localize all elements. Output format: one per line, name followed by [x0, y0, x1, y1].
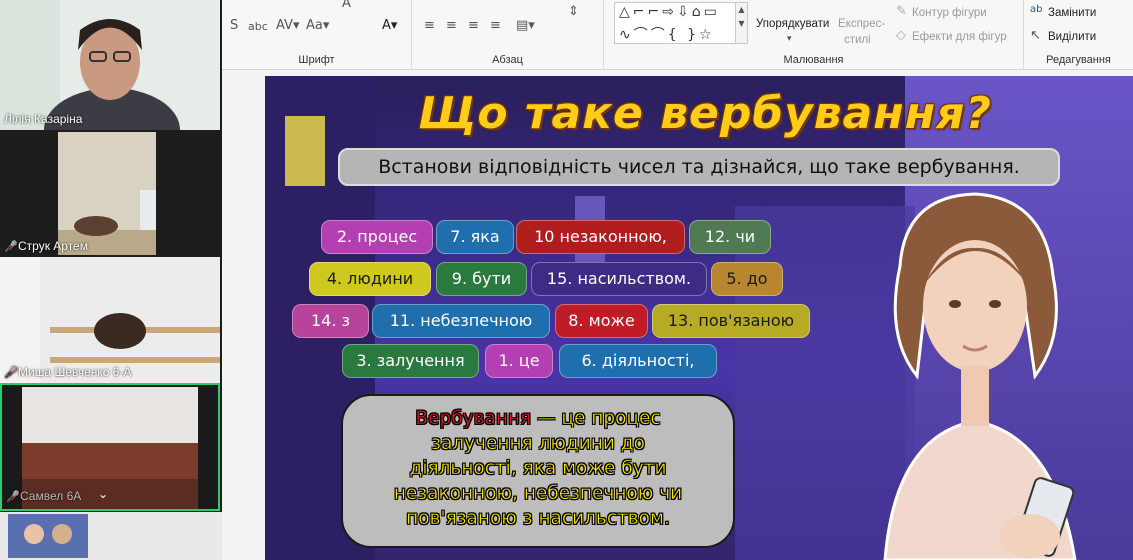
clear-format-icon[interactable]: A	[342, 0, 351, 11]
pen-icon: ✎	[896, 4, 907, 19]
change-case-icon[interactable]: Aa▾	[306, 18, 329, 33]
video-panel: Лілія Казаріна 🎤̸Струк Артем 🎤̸Миша Шевч…	[0, 0, 222, 512]
word-chip[interactable]: 3. залучення	[342, 344, 479, 378]
mic-muted-icon: 🎤̸	[6, 490, 20, 503]
participant-name: Лілія Казаріна	[4, 112, 83, 126]
mic-muted-icon: 🎤̸	[4, 366, 18, 379]
editing-group: ab Замінити ↖ Виділити Редагування	[1024, 0, 1133, 70]
paragraph-group: ≡ ≡ ≡ ≡ ▤▾ ⇕ Абзац	[412, 0, 604, 70]
word-chip[interactable]: 1. це	[485, 344, 553, 378]
participant-tile[interactable]: Лілія Казаріна	[0, 0, 220, 130]
definition-line: пов'язаною з насильством.	[406, 508, 670, 529]
align-left-icon[interactable]: ≡	[424, 18, 435, 33]
word-chip[interactable]: 8. може	[555, 304, 648, 338]
shapes-row-2: ∿⌒⌒{ }☆	[619, 27, 715, 43]
participant-tile[interactable]: 🎤̸Струк Артем	[0, 130, 220, 257]
columns-icon[interactable]: ▤▾	[516, 18, 535, 33]
effects-icon: ◇	[896, 28, 906, 43]
word-chip[interactable]: 12. чи	[689, 220, 771, 254]
definition-line: діяльності, яка може бути	[409, 458, 667, 479]
word-chip[interactable]: 5. до	[711, 262, 783, 296]
drawing-group-label: Малювання	[783, 54, 844, 66]
word-chip[interactable]: 9. бути	[436, 262, 527, 296]
word-chip[interactable]: 14. з	[292, 304, 369, 338]
shapes-gallery[interactable]: △⌐⌐⇨⇩⌂▭ ∿⌒⌒{ }☆ ▲ ▼	[614, 2, 748, 44]
definition-line-1: Вербування — це процес	[415, 408, 661, 429]
font-color-icon[interactable]: A▾	[382, 18, 397, 33]
quick-styles-label-2[interactable]: стилі	[844, 34, 871, 46]
shadow-icon[interactable]: S	[230, 18, 238, 33]
word-chip[interactable]: 7. яка	[436, 220, 514, 254]
word-chip[interactable]: 15. насильством.	[531, 262, 707, 296]
participant-name: 🎤̸Струк Артем	[4, 239, 88, 253]
paragraph-group-label: Абзац	[492, 54, 523, 66]
slide-subtitle: Встанови відповідність чисел та дізнайся…	[338, 148, 1060, 186]
font-group-label: Шрифт	[298, 54, 335, 66]
word-chip[interactable]: 11. небезпечною	[372, 304, 550, 338]
participant-video	[0, 0, 220, 130]
strikethrough-icon[interactable]: abc	[248, 20, 268, 33]
participant-tile-active[interactable]: 🎤̸Самвел 6А ⌄	[0, 383, 220, 511]
definition-keyword: Вербування	[415, 408, 532, 429]
slide-title: Що таке вербування?	[418, 88, 992, 139]
definition-box[interactable]: Вербування — це процес залучення людини …	[341, 394, 735, 548]
participant-video	[0, 130, 220, 257]
slide-thumbnails	[0, 512, 222, 560]
select-button[interactable]: Виділити	[1048, 31, 1096, 43]
participant-name: 🎤̸Самвел 6А	[6, 489, 82, 503]
background-window	[285, 116, 325, 186]
replace-button[interactable]: Замінити	[1048, 7, 1096, 19]
ribbon: S abc AV▾ Aa▾ A A▾ Шрифт ≡ ≡ ≡ ≡ ▤▾ ⇕ Аб…	[222, 0, 1133, 70]
char-spacing-icon[interactable]: AV▾	[276, 18, 299, 33]
girl-illustration	[883, 192, 1077, 560]
slide-canvas[interactable]: Що таке вербування? Встанови відповідніс…	[265, 76, 1133, 560]
chevron-down-icon[interactable]: ⌄	[98, 487, 108, 501]
word-chip[interactable]: 2. процес	[321, 220, 433, 254]
shape-effects-button[interactable]: Ефекти для фігур	[912, 31, 1007, 43]
word-chip[interactable]: 4. людини	[309, 262, 431, 296]
word-chip[interactable]: 6. діяльності,	[559, 344, 717, 378]
align-right-icon[interactable]: ≡	[468, 18, 479, 33]
align-center-icon[interactable]: ≡	[446, 18, 457, 33]
select-icon: ↖	[1030, 28, 1041, 43]
drawing-group: △⌐⌐⇨⇩⌂▭ ∿⌒⌒{ }☆ ▲ ▼ Упорядкувати ▾ Експре…	[604, 0, 1024, 70]
font-group: S abc AV▾ Aa▾ A A▾ Шрифт	[222, 0, 412, 70]
chevron-down-icon[interactable]: ▾	[787, 34, 792, 44]
definition-line: залучення людини до	[431, 433, 645, 454]
slide-thumbnail[interactable]	[0, 512, 90, 560]
mic-muted-icon: 🎤̸	[4, 240, 18, 253]
editing-group-label: Редагування	[1046, 54, 1111, 66]
word-chip[interactable]: 13. пов'язаною	[652, 304, 810, 338]
justify-icon[interactable]: ≡	[490, 18, 501, 33]
shapes-row-1: △⌐⌐⇨⇩⌂▭	[619, 4, 720, 20]
word-chip[interactable]: 10 незаконною,	[516, 220, 685, 254]
definition-line: незаконною, небезпечною чи	[393, 483, 683, 504]
participant-tile[interactable]: 🎤̸Миша Шевченко 6-А	[0, 257, 220, 383]
arrange-button[interactable]: Упорядкувати	[756, 18, 829, 30]
align-text-icon[interactable]: ⇕	[568, 4, 579, 19]
shape-outline-button[interactable]: Контур фігури	[912, 7, 987, 19]
shapes-gallery-scroll[interactable]: ▲ ▼	[735, 3, 747, 43]
quick-styles-label-1[interactable]: Експрес-	[838, 18, 885, 30]
participant-name: 🎤̸Миша Шевченко 6-А	[4, 365, 132, 379]
replace-icon: ab	[1030, 4, 1043, 15]
